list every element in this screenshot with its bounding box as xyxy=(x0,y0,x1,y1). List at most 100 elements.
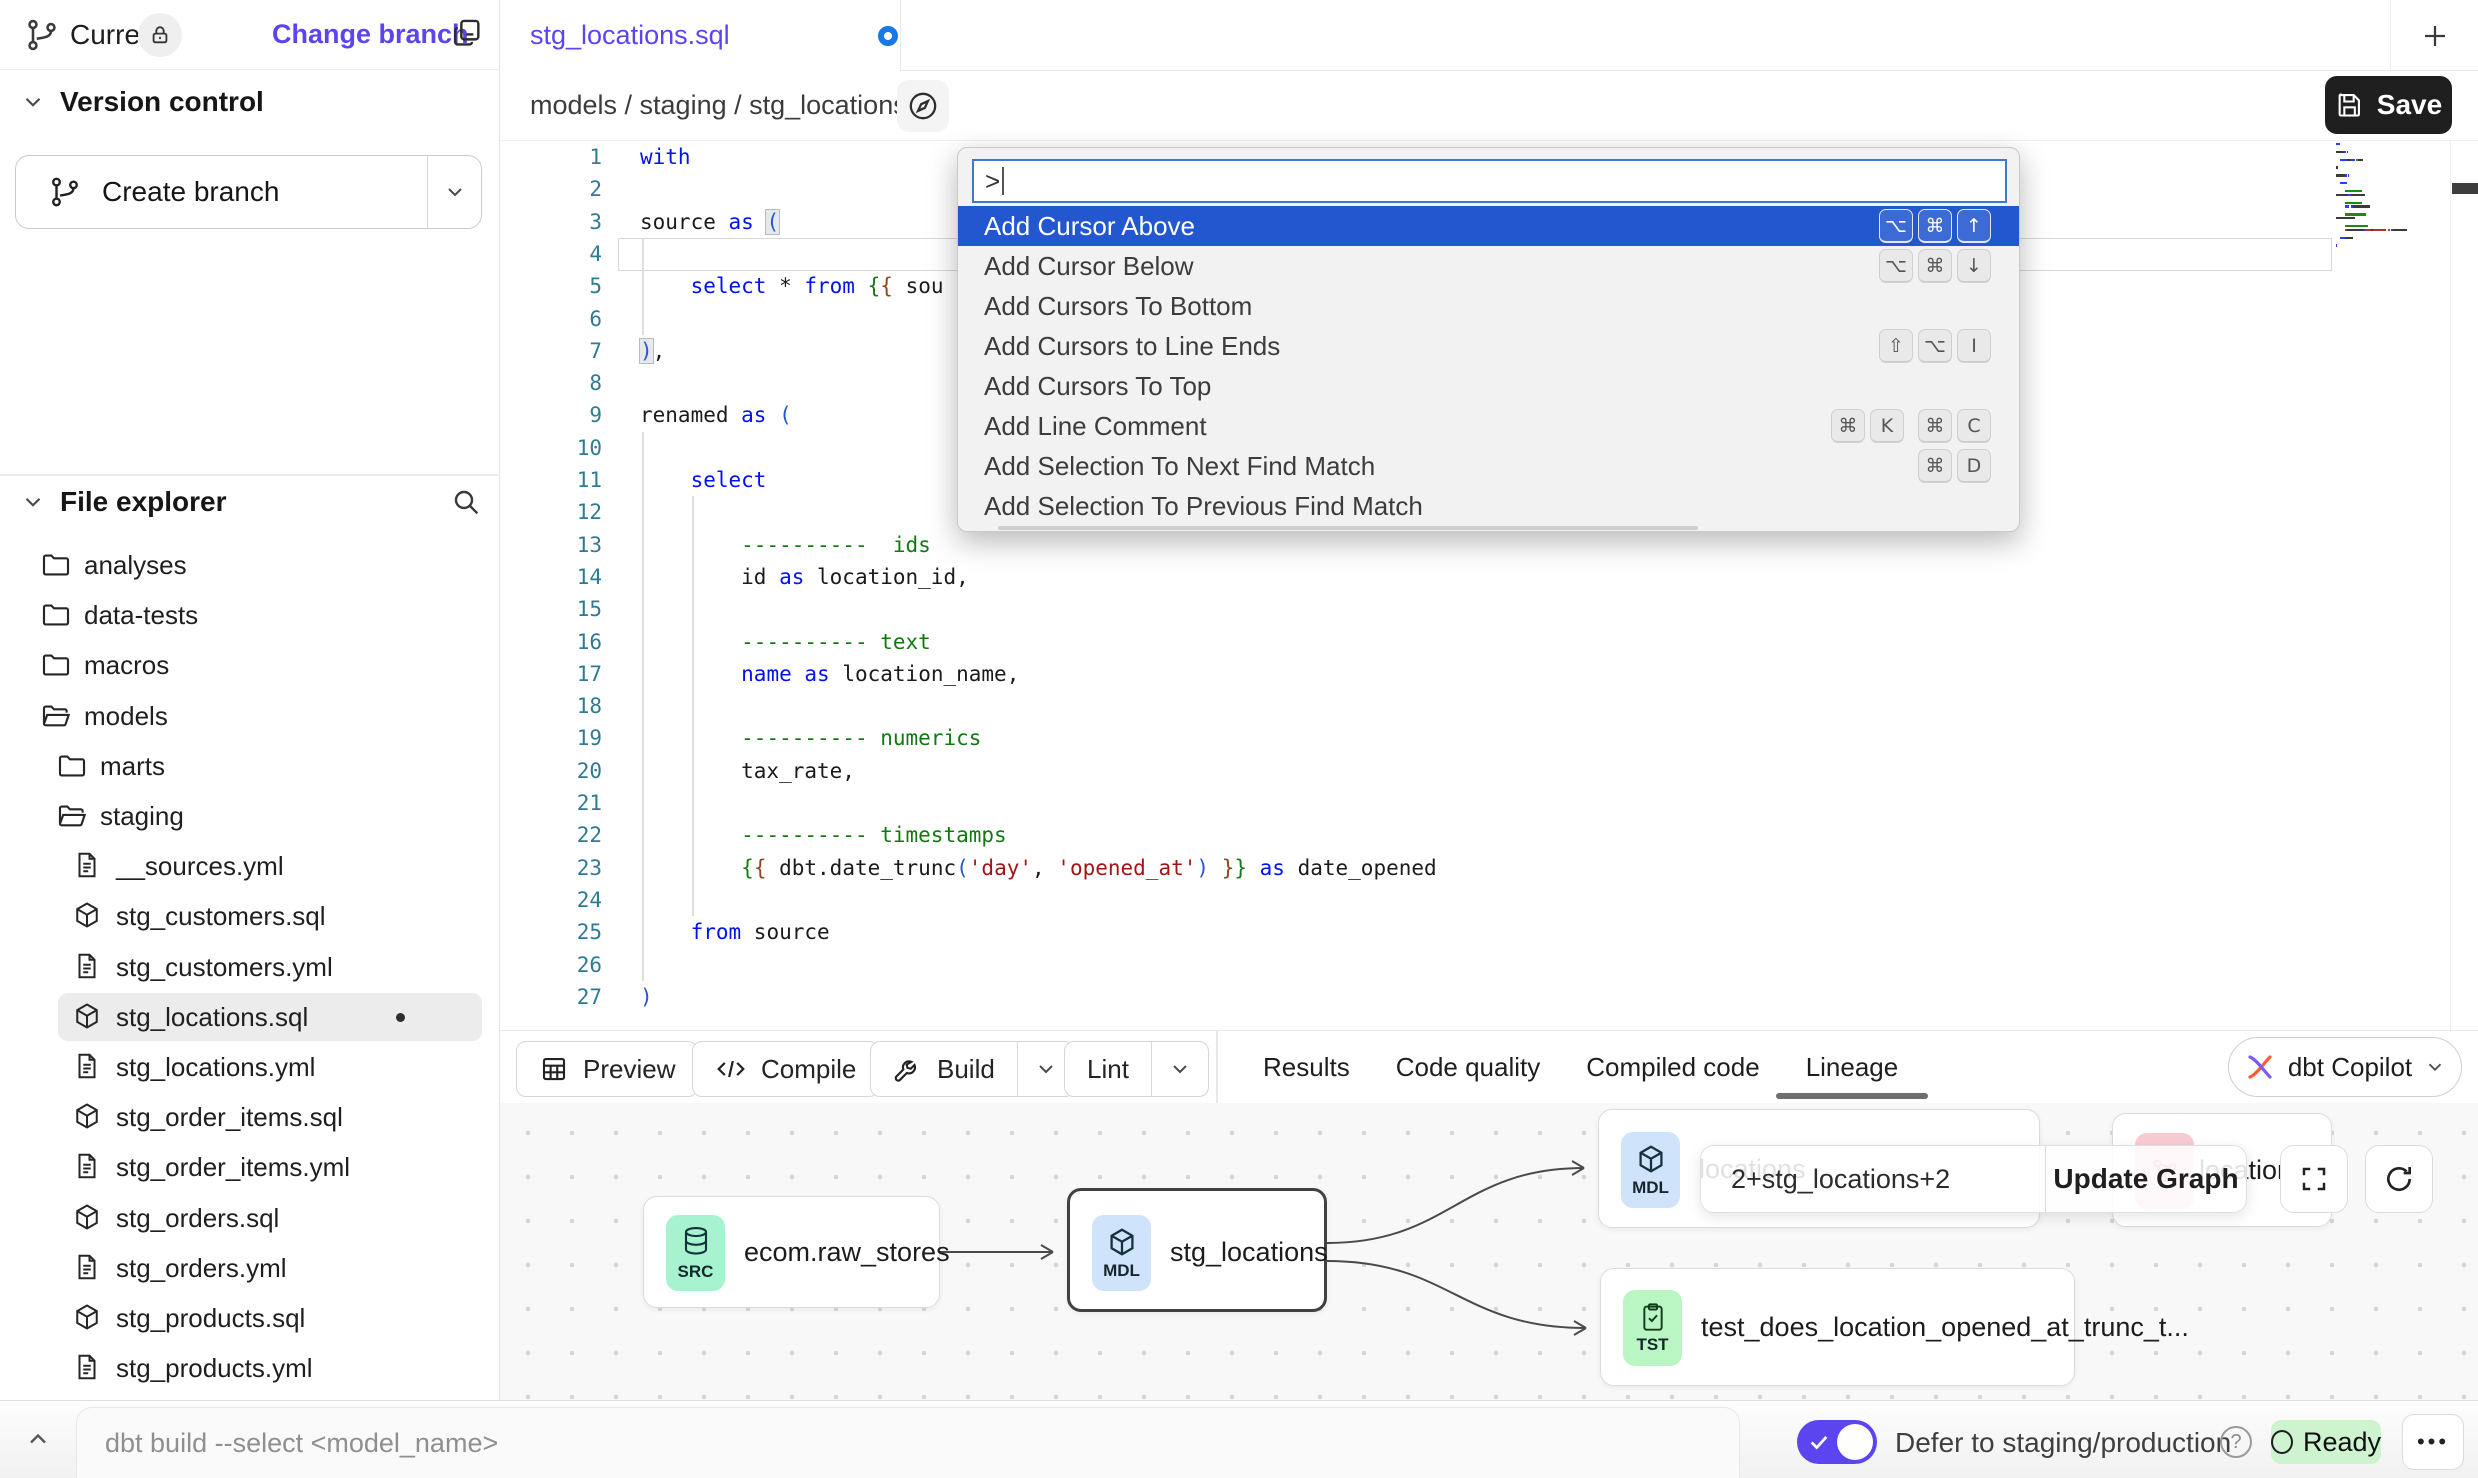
keycap: ↑ xyxy=(1957,209,1991,243)
file-tree-item-data-tests[interactable]: data-tests xyxy=(0,590,500,640)
command-item-add-selection-to-previous-find-match[interactable]: Add Selection To Previous Find Match xyxy=(958,486,2020,526)
file-tree-item-stg-locations-yml[interactable]: stg_locations.yml xyxy=(0,1042,500,1092)
node-label: test_does_location_opened_at_trunc_t... xyxy=(1701,1312,2189,1343)
help-icon[interactable]: ? xyxy=(2220,1426,2252,1458)
file-label: staging xyxy=(100,801,184,832)
lineage-canvas[interactable]: SRCecom.raw_storesMDLstg_locationsMDLloc… xyxy=(500,1103,2478,1400)
file-tree-item-staging[interactable]: staging xyxy=(0,791,500,841)
clipboard-icon xyxy=(1639,1302,1667,1332)
tab-lineage[interactable]: Lineage xyxy=(1806,1031,1899,1104)
file-tree-item-marts[interactable]: marts xyxy=(0,741,500,791)
lineage-selector-input[interactable]: 2+stg_locations+2 xyxy=(1701,1146,2045,1212)
model-icon xyxy=(72,1001,102,1031)
new-tab-button[interactable] xyxy=(2390,0,2478,71)
lint-button[interactable]: Lint xyxy=(1064,1041,1209,1097)
lineage-node-stg-locations[interactable]: MDLstg_locations xyxy=(1067,1188,1327,1312)
tab-code-quality[interactable]: Code quality xyxy=(1396,1031,1541,1104)
create-branch-dropdown[interactable] xyxy=(428,180,481,204)
code-line-27: ) xyxy=(640,981,653,1013)
command-label: Add Cursors to Line Ends xyxy=(984,331,1865,362)
lint-dropdown[interactable] xyxy=(1152,1042,1208,1096)
command-item-add-cursor-below[interactable]: Add Cursor Below⌥⌘↓ xyxy=(958,246,2020,286)
breadcrumb[interactable]: models / staging / stg_locations.sql xyxy=(530,90,949,121)
editor-tab-bar: stg_locations.sql xyxy=(500,0,2478,71)
version-control-section-header[interactable]: Version control xyxy=(20,86,264,118)
file-tree-item-models[interactable]: models xyxy=(0,691,500,741)
build-button[interactable]: Build xyxy=(870,1041,1075,1097)
scrollbar-indicator[interactable] xyxy=(2452,183,2478,194)
file-tree-item-macros[interactable]: macros xyxy=(0,640,500,690)
compile-main[interactable]: Compile xyxy=(693,1042,878,1096)
command-item-add-cursors-to-bottom[interactable]: Add Cursors To Bottom xyxy=(958,286,2020,326)
file-tree-item--sources-yml[interactable]: __sources.yml xyxy=(0,841,500,891)
file-tree-item-analyses[interactable]: analyses xyxy=(0,540,500,590)
chevron-up-icon[interactable] xyxy=(24,1425,52,1453)
file-tree-item-stg-products-sql[interactable]: stg_products.sql xyxy=(0,1293,500,1343)
keycap: ⌘ xyxy=(1918,409,1952,443)
status-label: Ready xyxy=(2303,1427,2381,1458)
keybinding-group: ⌥⌘↑ xyxy=(1879,209,1991,243)
command-item-add-cursors-to-top[interactable]: Add Cursors To Top xyxy=(958,366,2020,406)
preview-main[interactable]: Preview xyxy=(517,1042,697,1096)
status-circle-icon xyxy=(2271,1430,2293,1454)
defer-toggle[interactable] xyxy=(1797,1420,1877,1464)
unsaved-changes-dot xyxy=(878,26,898,46)
file-tree-item-stg-products-yml[interactable]: stg_products.yml xyxy=(0,1343,500,1393)
code-line-1: with xyxy=(640,141,691,173)
command-item-add-cursor-above[interactable]: Add Cursor Above ⌥⌘↑ xyxy=(958,206,2020,246)
fullscreen-button[interactable] xyxy=(2280,1145,2348,1213)
status-badge[interactable]: Ready xyxy=(2271,1420,2381,1464)
tab-results[interactable]: Results xyxy=(1263,1031,1350,1104)
code-line-9: renamed as ( xyxy=(640,399,792,431)
file-explorer-section-header[interactable]: File explorer xyxy=(20,486,482,518)
copy-branch-icon[interactable] xyxy=(450,16,484,50)
line-number: 16 xyxy=(500,626,602,658)
search-icon[interactable] xyxy=(450,486,482,518)
node-label: stg_locations xyxy=(1170,1237,1328,1268)
create-branch-main[interactable]: Create branch xyxy=(16,156,427,228)
command-item-add-selection-to-next-find-match[interactable]: Add Selection To Next Find Match⌘D xyxy=(958,446,2020,486)
update-graph-button[interactable]: Update Graph xyxy=(2046,1163,2246,1195)
command-palette-input[interactable]: > xyxy=(972,159,2007,203)
keycap: K xyxy=(1870,409,1904,443)
lint-main[interactable]: Lint xyxy=(1065,1042,1151,1096)
file-tree-item-stg-locations-sql[interactable]: stg_locations.sql xyxy=(0,992,500,1042)
file-tree-item-stg-orders-sql[interactable]: stg_orders.sql xyxy=(0,1193,500,1243)
create-branch-button[interactable]: Create branch xyxy=(15,155,482,229)
compile-button[interactable]: Compile xyxy=(692,1041,879,1097)
minimap-line xyxy=(2389,229,2390,231)
preview-button[interactable]: Preview xyxy=(516,1041,698,1097)
file-tree-item-stg-order-items-sql[interactable]: stg_order_items.sql xyxy=(0,1092,500,1142)
file-label: __sources.yml xyxy=(116,851,284,882)
dbt-command-input[interactable]: dbt build --select <model_name> xyxy=(76,1407,1740,1478)
file-tree-item-stg-customers-sql[interactable]: stg_customers.sql xyxy=(0,891,500,941)
file-tree-item-stg-orders-yml[interactable]: stg_orders.yml xyxy=(0,1243,500,1293)
build-main[interactable]: Build xyxy=(871,1042,1017,1096)
command-item-add-cursors-to-line-ends[interactable]: Add Cursors to Line Ends⇧⌥I xyxy=(958,326,2020,366)
file-tree-item-stg-order-items-yml[interactable]: stg_order_items.yml xyxy=(0,1142,500,1192)
change-branch-link[interactable]: Change branch xyxy=(272,19,469,50)
file-label: models xyxy=(84,701,168,732)
command-label: Add Selection To Previous Find Match xyxy=(984,491,1991,522)
minimap-line xyxy=(2336,217,2355,219)
divider xyxy=(1216,1031,1218,1104)
chevron-down-icon xyxy=(2424,1056,2446,1078)
lineage-node-ecom-raw-stores[interactable]: SRCecom.raw_stores xyxy=(643,1196,940,1308)
command-item-add-line-comment[interactable]: Add Line Comment⌘K⌘C xyxy=(958,406,2020,446)
dbt-copilot-button[interactable]: dbt Copilot xyxy=(2228,1037,2462,1097)
tab-stg-locations[interactable]: stg_locations.sql xyxy=(500,0,901,71)
model-icon xyxy=(72,1302,102,1332)
more-options-button[interactable]: ••• xyxy=(2402,1414,2464,1470)
indent-guide xyxy=(642,432,644,981)
clipped-command-row xyxy=(998,526,1698,530)
command-label: Add Cursor Above xyxy=(984,211,1865,242)
file-tree-item-stg-customers-yml[interactable]: stg_customers.yml xyxy=(0,942,500,992)
file-label: stg_order_items.yml xyxy=(116,1152,350,1183)
code-line-20: tax_rate, xyxy=(640,755,855,787)
lineage-node-test-does-location-opened-at-trunc-t-[interactable]: TSTtest_does_location_opened_at_trunc_t.… xyxy=(1600,1268,2075,1386)
keybinding-group: ⌘K xyxy=(1831,409,1904,443)
tab-compiled-code[interactable]: Compiled code xyxy=(1586,1031,1759,1104)
navigate-icon[interactable] xyxy=(897,80,949,132)
refresh-button[interactable] xyxy=(2365,1145,2433,1213)
save-button[interactable]: Save xyxy=(2325,76,2452,134)
